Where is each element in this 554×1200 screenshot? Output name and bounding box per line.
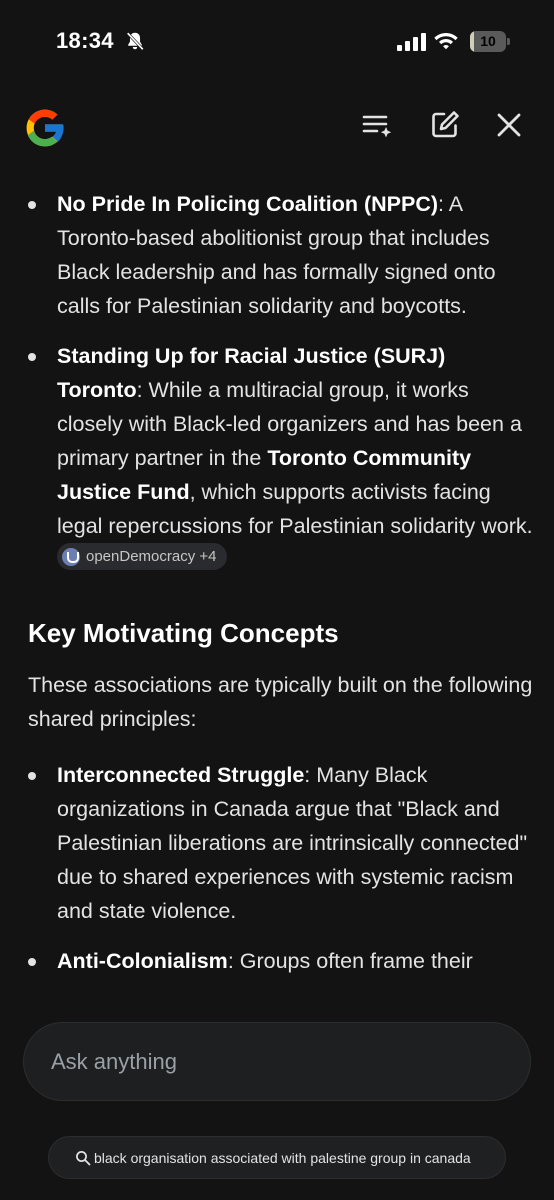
new-chat-edit-icon[interactable] (428, 108, 462, 142)
bullet-title: Interconnected Struggle (57, 762, 305, 787)
cellular-signal-icon (397, 33, 426, 51)
search-query-text: black organisation associated with pales… (94, 1149, 471, 1166)
bullet-text: : Groups often frame their (227, 948, 473, 973)
section-paragraph: These associations are typically built o… (28, 672, 533, 731)
battery-icon: 10 (470, 31, 510, 52)
ask-input-container[interactable] (23, 1022, 531, 1101)
list-item: No Pride In Policing Coalition (NPPC): A… (0, 187, 554, 323)
response-content: No Pride In Policing Coalition (NPPC): A… (0, 185, 554, 1020)
bullet-title: No Pride In Policing Coalition (NPPC) (57, 192, 439, 216)
search-query-pill[interactable]: black organisation associated with pales… (48, 1136, 506, 1179)
source-chip-label: openDemocracy +4 (86, 548, 217, 565)
source-chip[interactable]: openDemocracy +4 (57, 543, 227, 570)
source-favicon-icon (62, 547, 80, 566)
bell-off-icon (126, 32, 144, 51)
organizations-list: No Pride In Policing Coalition (NPPC): A… (0, 187, 554, 578)
history-list-icon[interactable] (360, 108, 394, 142)
principles-list: Interconnected Struggle: Many Black orga… (0, 758, 554, 978)
list-item: Standing Up for Racial Justice (SURJ) To… (0, 339, 554, 578)
status-bar: 18:34 10 (0, 0, 554, 86)
ask-input[interactable] (51, 1023, 491, 1100)
bullet-title: Anti-Colonialism (57, 948, 228, 973)
battery-percent: 10 (480, 33, 496, 49)
section-heading: Key Motivating Concepts (28, 617, 339, 648)
list-item: Anti-Colonialism: Groups often frame the… (0, 944, 554, 978)
wifi-icon (434, 33, 458, 50)
search-icon (76, 1150, 91, 1165)
google-logo-icon (26, 109, 65, 147)
close-icon[interactable] (492, 108, 526, 142)
status-time: 18:34 (56, 28, 114, 53)
list-item: Interconnected Struggle: Many Black orga… (0, 758, 554, 928)
